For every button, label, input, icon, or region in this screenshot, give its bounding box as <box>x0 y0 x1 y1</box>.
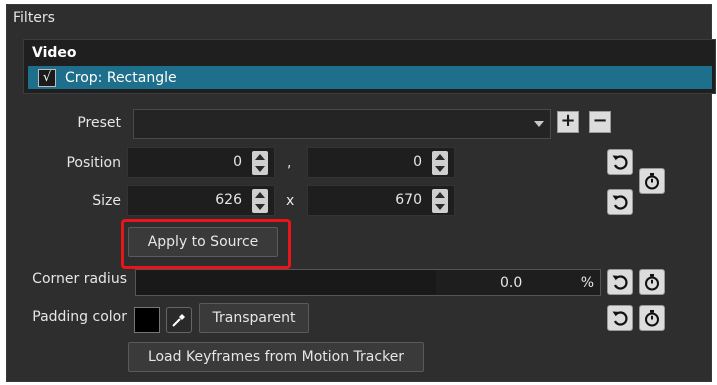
position-y-value: 0 <box>413 154 422 170</box>
keyframe-position-size-button[interactable] <box>639 168 665 194</box>
pick-color-button[interactable] <box>166 307 192 333</box>
stopwatch-icon <box>645 310 659 327</box>
position-x-spinbox[interactable]: 0 <box>127 147 275 178</box>
reset-icon <box>612 195 628 210</box>
stopwatch-icon <box>645 274 659 291</box>
position-y-spinbox[interactable]: 0 <box>307 147 455 178</box>
corner-radius-value: 0.0 <box>500 275 523 291</box>
slider-track <box>136 270 436 295</box>
highlight-box <box>121 219 291 269</box>
spin-arrows-icon[interactable] <box>432 151 448 175</box>
corner-radius-label: Corner radius <box>32 271 127 287</box>
reset-icon <box>612 155 628 170</box>
padding-color-swatch[interactable] <box>134 307 160 333</box>
spin-arrows-icon[interactable] <box>252 189 268 213</box>
size-label: Size <box>92 193 121 209</box>
enable-filter-checkbox[interactable]: √ <box>38 68 56 87</box>
size-height-value: 670 <box>395 192 422 208</box>
padding-color-label: Padding color <box>32 309 127 325</box>
keyframe-corner-radius-button[interactable] <box>639 269 665 295</box>
remove-preset-button[interactable]: − <box>589 111 611 133</box>
size-width-spinbox[interactable]: 626 <box>127 185 275 216</box>
position-x-value: 0 <box>233 154 242 170</box>
filter-item-label: Crop: Rectangle <box>65 69 177 86</box>
corner-radius-unit: % <box>580 275 594 291</box>
filters-panel: Filters Video √ Crop: Rectangle Preset +… <box>6 4 716 382</box>
reset-size-button[interactable] <box>607 189 633 215</box>
keyframe-padding-color-button[interactable] <box>639 305 665 331</box>
reset-icon <box>612 311 628 326</box>
list-header-video: Video <box>32 45 77 61</box>
spin-arrows-icon[interactable] <box>432 189 448 213</box>
reset-corner-radius-button[interactable] <box>607 269 633 295</box>
position-label: Position <box>66 155 121 171</box>
filter-item-crop-rectangle[interactable]: √ Crop: Rectangle <box>28 66 712 89</box>
position-separator: , <box>287 155 292 171</box>
panel-title: Filters <box>13 10 55 26</box>
chevron-down-icon <box>534 121 544 127</box>
stopwatch-icon <box>645 173 659 190</box>
reset-icon <box>612 275 628 290</box>
reset-padding-color-button[interactable] <box>607 305 633 331</box>
reset-position-button[interactable] <box>607 149 633 175</box>
size-separator: x <box>286 193 295 209</box>
transparent-button[interactable]: Transparent <box>199 303 309 333</box>
preset-label: Preset <box>77 115 121 131</box>
size-height-spinbox[interactable]: 670 <box>307 185 455 216</box>
filters-list[interactable]: Video √ Crop: Rectangle <box>23 39 716 94</box>
eyedropper-icon <box>172 314 185 327</box>
preset-combo[interactable] <box>133 109 551 139</box>
load-keyframes-button[interactable]: Load Keyframes from Motion Tracker <box>128 342 424 372</box>
size-width-value: 626 <box>215 192 242 208</box>
corner-radius-slider[interactable]: 0.0 % <box>135 269 601 296</box>
add-preset-button[interactable]: + <box>557 111 579 133</box>
spin-arrows-icon[interactable] <box>252 151 268 175</box>
